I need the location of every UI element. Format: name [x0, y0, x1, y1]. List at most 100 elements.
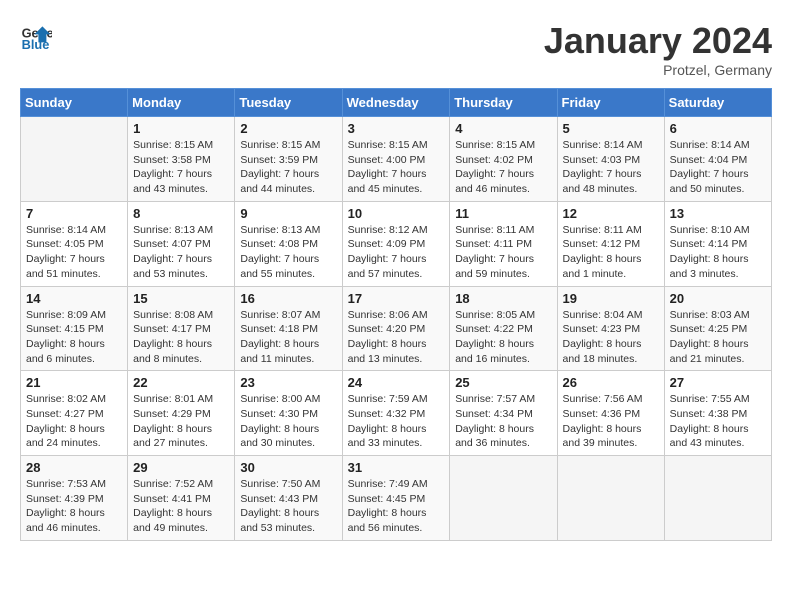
day-cell: 21Sunrise: 8:02 AM Sunset: 4:27 PM Dayli…	[21, 371, 128, 456]
day-info: Sunrise: 8:02 AM Sunset: 4:27 PM Dayligh…	[26, 392, 122, 451]
day-cell: 31 Sunrise: 7:49 AM Sunset: 4:45 PM Dayli…	[342, 456, 450, 541]
day-info: Sunrise: 8:15 AM Sunset: 3:59 PM Dayligh…	[240, 138, 336, 197]
month-title: January 2024	[544, 20, 772, 62]
week-row-3: 14 Sunrise: 8:09 AM Sunset: 4:15 PM Dayli…	[21, 286, 772, 371]
day-cell: 16 Sunrise: 8:07 AM Sunset: 4:18 PM Dayli…	[235, 286, 342, 371]
day-info: Sunrise: 7:55 AM Sunset: 4:38 PM Dayligh…	[670, 392, 766, 451]
day-number: 10	[348, 206, 445, 221]
day-info: Sunrise: 8:15 AM Sunset: 4:00 PM Dayligh…	[348, 138, 445, 197]
day-cell: 11 Sunrise: 8:11 AM Sunset: 4:11 PM Dayli…	[450, 201, 557, 286]
day-number: 6	[670, 121, 766, 136]
day-info: Sunrise: 8:11 AM Sunset: 4:12 PM Dayligh…	[563, 223, 659, 282]
column-header-wednesday: Wednesday	[342, 89, 450, 117]
page-header: General Blue January 2024 Protzel, Germa…	[20, 20, 772, 78]
day-number: 12	[563, 206, 659, 221]
day-number: 23	[240, 375, 336, 390]
calendar-table: SundayMondayTuesdayWednesdayThursdayFrid…	[20, 88, 772, 541]
day-number: 17	[348, 291, 445, 306]
day-cell: 12 Sunrise: 8:11 AM Sunset: 4:12 PM Dayli…	[557, 201, 664, 286]
day-cell: 26Sunrise: 7:56 AM Sunset: 4:36 PM Dayli…	[557, 371, 664, 456]
day-cell: 28 Sunrise: 7:53 AM Sunset: 4:39 PM Dayli…	[21, 456, 128, 541]
day-number: 30	[240, 460, 336, 475]
day-info: Sunrise: 8:12 AM Sunset: 4:09 PM Dayligh…	[348, 223, 445, 282]
day-cell: 24Sunrise: 7:59 AM Sunset: 4:32 PM Dayli…	[342, 371, 450, 456]
day-cell: 7 Sunrise: 8:14 AM Sunset: 4:05 PM Daylig…	[21, 201, 128, 286]
day-number: 26	[563, 375, 659, 390]
day-cell: 17 Sunrise: 8:06 AM Sunset: 4:20 PM Dayli…	[342, 286, 450, 371]
day-number: 15	[133, 291, 229, 306]
day-cell	[21, 117, 128, 202]
day-number: 20	[670, 291, 766, 306]
day-info: Sunrise: 8:14 AM Sunset: 4:03 PM Dayligh…	[563, 138, 659, 197]
day-number: 7	[26, 206, 122, 221]
column-header-tuesday: Tuesday	[235, 89, 342, 117]
day-info: Sunrise: 8:04 AM Sunset: 4:23 PM Dayligh…	[563, 308, 659, 367]
day-info: Sunrise: 7:57 AM Sunset: 4:34 PM Dayligh…	[455, 392, 551, 451]
day-info: Sunrise: 7:50 AM Sunset: 4:43 PM Dayligh…	[240, 477, 336, 536]
logo: General Blue	[20, 20, 52, 52]
day-cell: 27 Sunrise: 7:55 AM Sunset: 4:38 PM Dayli…	[664, 371, 771, 456]
day-info: Sunrise: 7:59 AM Sunset: 4:32 PM Dayligh…	[348, 392, 445, 451]
day-cell	[557, 456, 664, 541]
day-info: Sunrise: 8:05 AM Sunset: 4:22 PM Dayligh…	[455, 308, 551, 367]
day-number: 16	[240, 291, 336, 306]
day-info: Sunrise: 8:06 AM Sunset: 4:20 PM Dayligh…	[348, 308, 445, 367]
week-row-2: 7 Sunrise: 8:14 AM Sunset: 4:05 PM Daylig…	[21, 201, 772, 286]
day-cell	[664, 456, 771, 541]
day-info: Sunrise: 8:07 AM Sunset: 4:18 PM Dayligh…	[240, 308, 336, 367]
day-cell: 9 Sunrise: 8:13 AM Sunset: 4:08 PM Daylig…	[235, 201, 342, 286]
day-number: 13	[670, 206, 766, 221]
day-cell: 29Sunrise: 7:52 AM Sunset: 4:41 PM Dayli…	[128, 456, 235, 541]
day-number: 22	[133, 375, 229, 390]
day-cell: 10 Sunrise: 8:12 AM Sunset: 4:09 PM Dayli…	[342, 201, 450, 286]
day-cell: 8 Sunrise: 8:13 AM Sunset: 4:07 PM Daylig…	[128, 201, 235, 286]
day-number: 9	[240, 206, 336, 221]
day-info: Sunrise: 8:14 AM Sunset: 4:04 PM Dayligh…	[670, 138, 766, 197]
day-number: 2	[240, 121, 336, 136]
day-cell: 30 Sunrise: 7:50 AM Sunset: 4:43 PM Dayli…	[235, 456, 342, 541]
week-row-1: 1Sunrise: 8:15 AM Sunset: 3:58 PM Daylig…	[21, 117, 772, 202]
day-info: Sunrise: 8:08 AM Sunset: 4:17 PM Dayligh…	[133, 308, 229, 367]
day-number: 8	[133, 206, 229, 221]
column-header-sunday: Sunday	[21, 89, 128, 117]
day-cell: 19 Sunrise: 8:04 AM Sunset: 4:23 PM Dayli…	[557, 286, 664, 371]
day-info: Sunrise: 8:11 AM Sunset: 4:11 PM Dayligh…	[455, 223, 551, 282]
day-number: 3	[348, 121, 445, 136]
day-info: Sunrise: 7:49 AM Sunset: 4:45 PM Dayligh…	[348, 477, 445, 536]
week-row-4: 21Sunrise: 8:02 AM Sunset: 4:27 PM Dayli…	[21, 371, 772, 456]
column-header-thursday: Thursday	[450, 89, 557, 117]
day-number: 28	[26, 460, 122, 475]
day-cell: 18 Sunrise: 8:05 AM Sunset: 4:22 PM Dayli…	[450, 286, 557, 371]
day-info: Sunrise: 8:13 AM Sunset: 4:07 PM Dayligh…	[133, 223, 229, 282]
day-info: Sunrise: 8:09 AM Sunset: 4:15 PM Dayligh…	[26, 308, 122, 367]
day-cell: 6 Sunrise: 8:14 AM Sunset: 4:04 PM Daylig…	[664, 117, 771, 202]
day-info: Sunrise: 8:14 AM Sunset: 4:05 PM Dayligh…	[26, 223, 122, 282]
day-number: 19	[563, 291, 659, 306]
day-info: Sunrise: 8:15 AM Sunset: 3:58 PM Dayligh…	[133, 138, 229, 197]
day-info: Sunrise: 8:10 AM Sunset: 4:14 PM Dayligh…	[670, 223, 766, 282]
day-info: Sunrise: 7:52 AM Sunset: 4:41 PM Dayligh…	[133, 477, 229, 536]
day-cell: 23 Sunrise: 8:00 AM Sunset: 4:30 PM Dayli…	[235, 371, 342, 456]
day-cell: 4 Sunrise: 8:15 AM Sunset: 4:02 PM Daylig…	[450, 117, 557, 202]
day-number: 18	[455, 291, 551, 306]
day-number: 4	[455, 121, 551, 136]
day-info: Sunrise: 7:53 AM Sunset: 4:39 PM Dayligh…	[26, 477, 122, 536]
day-number: 27	[670, 375, 766, 390]
column-header-saturday: Saturday	[664, 89, 771, 117]
column-header-monday: Monday	[128, 89, 235, 117]
header-row: SundayMondayTuesdayWednesdayThursdayFrid…	[21, 89, 772, 117]
day-number: 31	[348, 460, 445, 475]
location-subtitle: Protzel, Germany	[544, 62, 772, 78]
day-info: Sunrise: 8:13 AM Sunset: 4:08 PM Dayligh…	[240, 223, 336, 282]
day-cell: 20Sunrise: 8:03 AM Sunset: 4:25 PM Dayli…	[664, 286, 771, 371]
day-number: 25	[455, 375, 551, 390]
day-cell: 13 Sunrise: 8:10 AM Sunset: 4:14 PM Dayli…	[664, 201, 771, 286]
logo-icon: General Blue	[20, 20, 52, 52]
day-info: Sunrise: 8:15 AM Sunset: 4:02 PM Dayligh…	[455, 138, 551, 197]
day-number: 14	[26, 291, 122, 306]
day-number: 11	[455, 206, 551, 221]
day-cell: 2 Sunrise: 8:15 AM Sunset: 3:59 PM Daylig…	[235, 117, 342, 202]
day-info: Sunrise: 8:00 AM Sunset: 4:30 PM Dayligh…	[240, 392, 336, 451]
day-number: 5	[563, 121, 659, 136]
day-cell: 14 Sunrise: 8:09 AM Sunset: 4:15 PM Dayli…	[21, 286, 128, 371]
